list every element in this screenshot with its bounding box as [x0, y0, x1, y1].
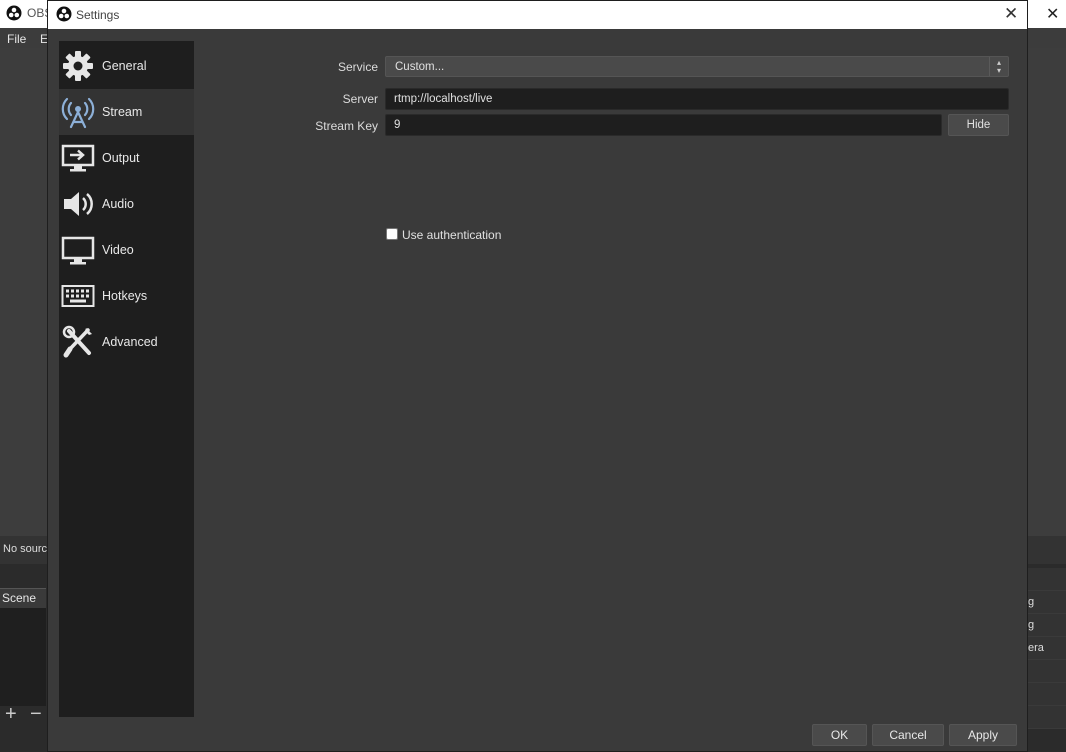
right-dock-row[interactable]: era — [1028, 637, 1066, 660]
stream-key-input[interactable]: 9 — [385, 114, 942, 136]
sidebar-item-label: Audio — [102, 197, 134, 211]
stream-key-label: Stream Key — [315, 119, 378, 133]
antenna-icon — [61, 95, 95, 129]
sidebar-item-advanced[interactable]: Advanced — [59, 319, 194, 365]
right-dock-row[interactable]: g — [1028, 591, 1066, 614]
sidebar-item-general[interactable]: General — [59, 43, 194, 89]
settings-titlebar — [48, 1, 1027, 29]
settings-dialog: Settings ✕ General Stream Output Audio V… — [47, 0, 1028, 752]
scene-dock-title: Scene — [2, 591, 37, 605]
right-dock-row[interactable]: g — [1028, 614, 1066, 637]
tools-icon — [61, 325, 95, 359]
cancel-button[interactable]: Cancel — [872, 724, 944, 746]
gear-icon — [61, 49, 95, 83]
remove-scene-icon[interactable]: − — [30, 704, 42, 724]
obs-logo-icon — [6, 5, 22, 21]
use-authentication-label[interactable]: Use authentication — [402, 228, 501, 242]
right-dock-row[interactable] — [1028, 660, 1066, 683]
sidebar-item-label: Video — [102, 243, 134, 257]
sidebar-item-label: Stream — [102, 105, 143, 119]
settings-sidebar: General Stream Output Audio Video Hotkey… — [59, 41, 194, 717]
service-value: Custom... — [395, 61, 445, 73]
keyboard-icon — [61, 279, 95, 313]
settings-title: Settings — [76, 8, 120, 22]
hide-key-button[interactable]: Hide — [948, 114, 1009, 136]
sidebar-item-output[interactable]: Output — [59, 135, 194, 181]
right-dock-row[interactable] — [1028, 706, 1066, 729]
obs-logo-icon — [56, 6, 72, 22]
sidebar-item-label: Advanced — [102, 335, 158, 349]
server-input[interactable]: rtmp://localhost/live — [385, 88, 1009, 110]
chevron-updown-icon: ▴ ▾ — [989, 57, 1008, 76]
main-close-icon[interactable]: ✕ — [1046, 4, 1059, 24]
right-dock-header — [1028, 568, 1066, 591]
sidebar-item-label: General — [102, 59, 147, 73]
monitor-icon — [61, 233, 95, 267]
close-icon[interactable]: ✕ — [1004, 4, 1018, 24]
sidebar-item-audio[interactable]: Audio — [59, 181, 194, 227]
speaker-icon — [61, 187, 95, 221]
scene-list[interactable] — [0, 608, 46, 706]
sidebar-item-hotkeys[interactable]: Hotkeys — [59, 273, 194, 319]
sidebar-item-stream[interactable]: Stream — [59, 89, 194, 135]
sidebar-item-video[interactable]: Video — [59, 227, 194, 273]
server-label: Server — [342, 92, 378, 106]
output-icon — [61, 141, 95, 175]
right-dock-row[interactable] — [1028, 683, 1066, 706]
menu-file[interactable]: File — [7, 32, 26, 46]
no-source-label: No sourc — [3, 543, 48, 555]
add-scene-icon[interactable]: + — [5, 704, 17, 724]
sidebar-item-label: Hotkeys — [102, 289, 148, 303]
service-label: Service — [337, 60, 378, 74]
right-dock-rows: g g era — [1028, 568, 1066, 729]
ok-button[interactable]: OK — [812, 724, 867, 746]
sidebar-item-label: Output — [102, 151, 140, 165]
apply-button[interactable]: Apply — [949, 724, 1017, 746]
use-authentication-checkbox[interactable] — [386, 228, 398, 240]
service-combobox[interactable]: Custom... ▴ ▾ — [385, 56, 1009, 77]
